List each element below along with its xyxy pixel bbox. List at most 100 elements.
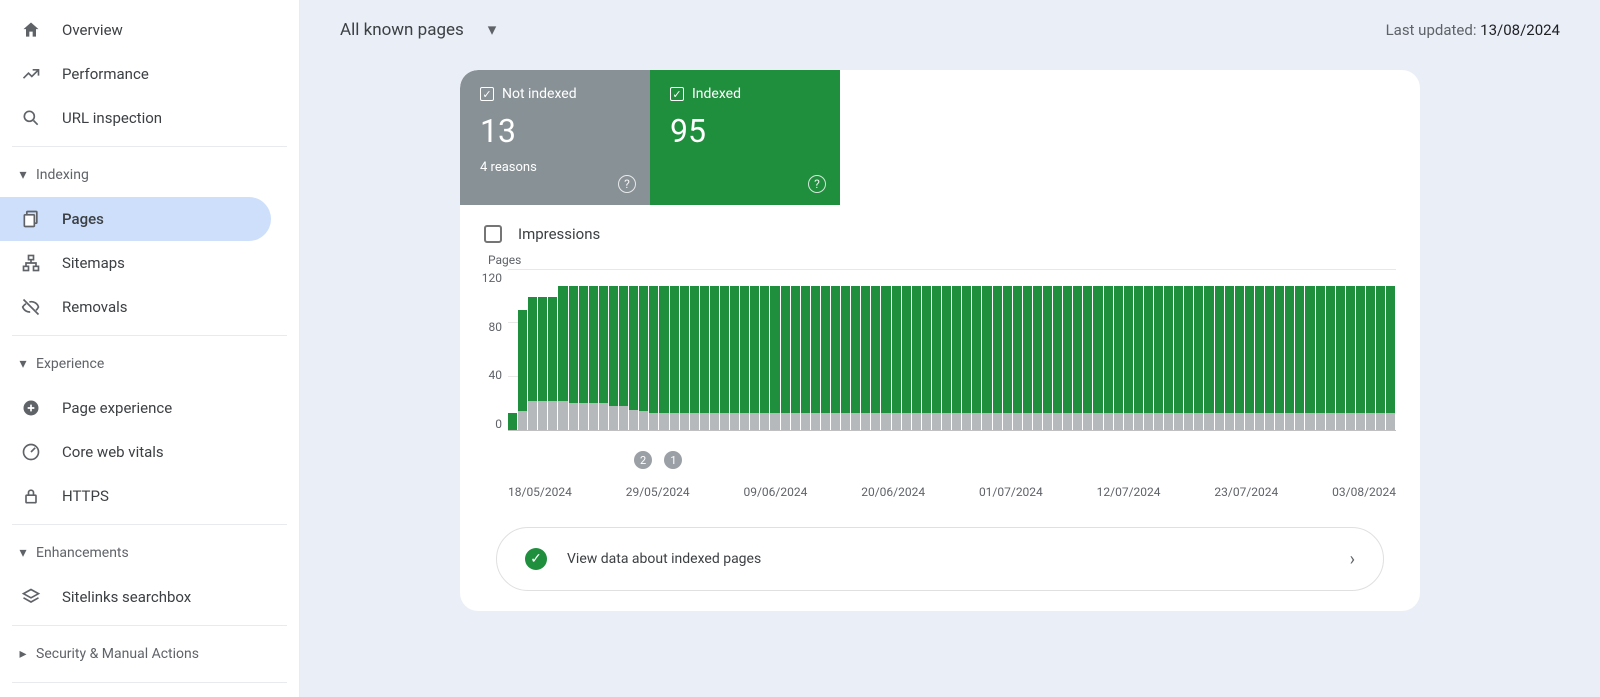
sidebar-item-sitemaps[interactable]: Sitemaps bbox=[0, 241, 299, 285]
chart-bar[interactable] bbox=[1305, 271, 1315, 430]
chart-bar[interactable] bbox=[1154, 271, 1164, 430]
chart-bar[interactable] bbox=[811, 271, 821, 430]
sidebar-item-overview[interactable]: Overview bbox=[0, 8, 299, 52]
chart-bar[interactable] bbox=[821, 271, 831, 430]
chart-bar[interactable] bbox=[760, 271, 770, 430]
chart-bar[interactable] bbox=[942, 271, 952, 430]
chart-bar[interactable] bbox=[1356, 271, 1366, 430]
sidebar-section-security[interactable]: ▸ Security & Manual Actions bbox=[0, 632, 299, 676]
view-indexed-pages-link[interactable]: ✓ View data about indexed pages › bbox=[496, 527, 1384, 591]
sidebar-item-url-inspection[interactable]: URL inspection bbox=[0, 96, 299, 140]
chart-bar[interactable] bbox=[1053, 271, 1063, 430]
chart-bar[interactable] bbox=[589, 271, 599, 430]
chart-bar[interactable] bbox=[1083, 271, 1093, 430]
chart-bar[interactable] bbox=[972, 271, 982, 430]
sidebar-section-enhancements[interactable]: ▾ Enhancements bbox=[0, 531, 299, 575]
chart-bar[interactable] bbox=[1043, 271, 1053, 430]
sidebar-section-experience[interactable]: ▾ Experience bbox=[0, 342, 299, 386]
chart-bar[interactable] bbox=[1124, 271, 1134, 430]
chart-bar[interactable] bbox=[993, 271, 1003, 430]
sidebar-item-https[interactable]: HTTPS bbox=[0, 474, 299, 518]
tile-indexed[interactable]: ✓ Indexed 95 ? bbox=[650, 70, 840, 205]
chart-bar[interactable] bbox=[558, 271, 568, 430]
chart-bar[interactable] bbox=[659, 271, 669, 430]
chart-bar[interactable] bbox=[1063, 271, 1073, 430]
chart-bar[interactable] bbox=[599, 271, 609, 430]
chart-bar[interactable] bbox=[1275, 271, 1285, 430]
chart-bar[interactable] bbox=[528, 271, 538, 430]
chart-bar[interactable] bbox=[670, 271, 680, 430]
chart-bar[interactable] bbox=[1194, 271, 1204, 430]
chart-bar[interactable] bbox=[1093, 271, 1103, 430]
sidebar-item-sitelinks-searchbox[interactable]: Sitelinks searchbox bbox=[0, 575, 299, 619]
chart-bar[interactable] bbox=[1265, 271, 1275, 430]
chart-bar[interactable] bbox=[861, 271, 871, 430]
chart-bar[interactable] bbox=[518, 271, 528, 430]
impressions-checkbox[interactable] bbox=[484, 225, 502, 243]
chart-bar[interactable] bbox=[1144, 271, 1154, 430]
chart-bar[interactable] bbox=[700, 271, 710, 430]
help-icon[interactable]: ? bbox=[808, 175, 826, 193]
chart-bar[interactable] bbox=[922, 271, 932, 430]
chart-plot-area[interactable] bbox=[508, 271, 1396, 431]
chart-bar[interactable] bbox=[770, 271, 780, 430]
chart-bar[interactable] bbox=[1326, 271, 1336, 430]
chart-bar[interactable] bbox=[1245, 271, 1255, 430]
chart-bar[interactable] bbox=[1346, 271, 1356, 430]
chart-bar[interactable] bbox=[1204, 271, 1214, 430]
chart-bar[interactable] bbox=[902, 271, 912, 430]
chart-bar[interactable] bbox=[1255, 271, 1265, 430]
chart-bar[interactable] bbox=[1184, 271, 1194, 430]
chart-bar[interactable] bbox=[1164, 271, 1174, 430]
chart-bar[interactable] bbox=[1033, 271, 1043, 430]
chart-bar[interactable] bbox=[1215, 271, 1225, 430]
chart-bar[interactable] bbox=[1134, 271, 1144, 430]
chart-bar[interactable] bbox=[912, 271, 922, 430]
chart-bar[interactable] bbox=[1174, 271, 1184, 430]
chart-bar[interactable] bbox=[1376, 271, 1386, 430]
chart-bar[interactable] bbox=[1316, 271, 1326, 430]
chart-bar[interactable] bbox=[952, 271, 962, 430]
chart-bar[interactable] bbox=[982, 271, 992, 430]
chart-bar[interactable] bbox=[1013, 271, 1023, 430]
chart-bar[interactable] bbox=[1114, 271, 1124, 430]
sidebar-item-core-web-vitals[interactable]: Core web vitals bbox=[0, 430, 299, 474]
help-icon[interactable]: ? bbox=[618, 175, 636, 193]
chart-bar[interactable] bbox=[892, 271, 902, 430]
chart-bar[interactable] bbox=[720, 271, 730, 430]
chart-bar[interactable] bbox=[1386, 271, 1396, 430]
sidebar-item-removals[interactable]: Removals bbox=[0, 285, 299, 329]
chart-bar[interactable] bbox=[579, 271, 589, 430]
chart-bar[interactable] bbox=[740, 271, 750, 430]
chart-bar[interactable] bbox=[1285, 271, 1295, 430]
chart-bar[interactable] bbox=[680, 271, 690, 430]
chart-bar[interactable] bbox=[1003, 271, 1013, 430]
chart-bar[interactable] bbox=[730, 271, 740, 430]
chart-bar[interactable] bbox=[962, 271, 972, 430]
chart-bar[interactable] bbox=[831, 271, 841, 430]
chart-bar[interactable] bbox=[508, 271, 518, 430]
chart-bar[interactable] bbox=[609, 271, 619, 430]
tile-not-indexed[interactable]: ✓ Not indexed 13 4 reasons ? bbox=[460, 70, 650, 205]
chart-bar[interactable] bbox=[690, 271, 700, 430]
chart-bar[interactable] bbox=[781, 271, 791, 430]
chart-bar[interactable] bbox=[1366, 271, 1376, 430]
chart-bar[interactable] bbox=[538, 271, 548, 430]
chart-bar[interactable] bbox=[851, 271, 861, 430]
chart-bar[interactable] bbox=[710, 271, 720, 430]
chart-bar[interactable] bbox=[791, 271, 801, 430]
chart-bar[interactable] bbox=[750, 271, 760, 430]
chart-bar[interactable] bbox=[1235, 271, 1245, 430]
chart-bar[interactable] bbox=[639, 271, 649, 430]
chart-bar[interactable] bbox=[932, 271, 942, 430]
chart-bar[interactable] bbox=[841, 271, 851, 430]
sidebar-item-performance[interactable]: Performance bbox=[0, 52, 299, 96]
sidebar-section-indexing[interactable]: ▾ Indexing bbox=[0, 153, 299, 197]
chart-bar[interactable] bbox=[1104, 271, 1114, 430]
page-filter-dropdown[interactable]: All known pages ▾ bbox=[340, 20, 496, 40]
chart-bar[interactable] bbox=[629, 271, 639, 430]
sidebar-item-pages[interactable]: Pages bbox=[0, 197, 271, 241]
chart-bar[interactable] bbox=[619, 271, 629, 430]
chart-bar[interactable] bbox=[1336, 271, 1346, 430]
chart-bar[interactable] bbox=[1225, 271, 1235, 430]
